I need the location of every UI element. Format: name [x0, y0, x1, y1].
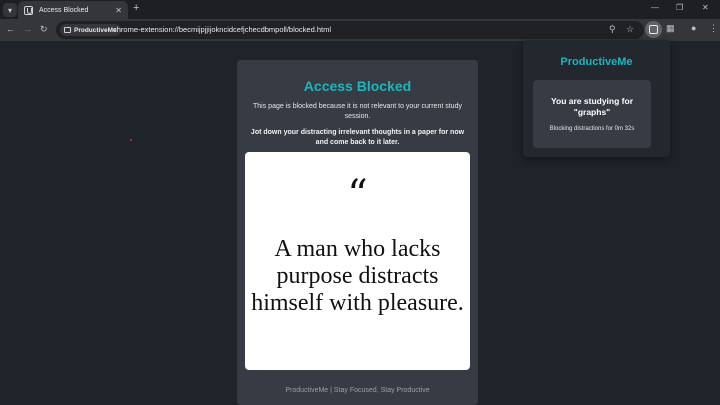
site-info-chip[interactable]: ProductiveMe	[60, 24, 121, 36]
popup-heading: You are studying for "graphs"	[550, 96, 634, 117]
tab-strip: ▾ Access Blocked ✕ + — ❐ ✕	[0, 0, 720, 19]
blocked-description: This page is blocked because it is not r…	[253, 103, 462, 120]
cursor-dot	[130, 139, 132, 141]
popup-timer: Blocking distractions for 0m 32s	[549, 126, 635, 132]
quote-text: A man who lacks purpose distracts himsel…	[251, 236, 464, 316]
star-icon[interactable]: ☆	[626, 24, 634, 35]
new-tab-button[interactable]: +	[133, 2, 139, 14]
close-window-icon[interactable]: ✕	[702, 3, 709, 12]
address-bar[interactable]: ProductiveMe chrome-extension://becmijpj…	[56, 21, 644, 39]
page-footer: ProductiveMe | Stay Focused, Stay Produc…	[285, 387, 430, 394]
reload-icon[interactable]: ↻	[40, 24, 48, 35]
site-chip-label: ProductiveMe	[74, 26, 117, 34]
profile-icon[interactable]: ●	[691, 23, 696, 33]
zoom-icon[interactable]: ⚲	[609, 24, 616, 35]
toolbar: ← → ↻ ProductiveMe chrome-extension://be…	[0, 19, 720, 41]
popup-title: ProductiveMe	[560, 56, 633, 68]
puzzle-icon[interactable]: ▦	[666, 23, 675, 34]
site-info-icon	[64, 27, 71, 33]
close-icon[interactable]: ✕	[115, 6, 122, 15]
popup-status-card: You are studying for "graphs" Blocking d…	[533, 80, 651, 148]
blocked-card: Access Blocked This page is blocked beca…	[237, 60, 478, 405]
tab-title: Access Blocked	[39, 6, 89, 14]
favicon-icon	[24, 5, 33, 15]
back-icon[interactable]: ←	[6, 24, 15, 34]
menu-icon[interactable]: ⋮	[709, 23, 718, 34]
page-content: Access Blocked This page is blocked beca…	[0, 40, 720, 405]
url-text[interactable]: chrome-extension://becmijpjjijokncidcefj…	[113, 25, 331, 34]
minimize-icon[interactable]: —	[651, 3, 659, 12]
maximize-icon[interactable]: ❐	[676, 3, 683, 12]
tab-search-icon[interactable]: ▾	[3, 3, 17, 17]
blocked-note: Jot down your distracting irrelevant tho…	[250, 129, 465, 146]
tab-access-blocked[interactable]: Access Blocked ✕	[18, 1, 128, 19]
page-title: Access Blocked	[303, 78, 412, 94]
extension-icon[interactable]	[645, 21, 662, 38]
forward-icon[interactable]: →	[23, 24, 32, 34]
quote-box: “ A man who lacks purpose distracts hims…	[245, 152, 470, 370]
extension-popup: ProductiveMe You are studying for "graph…	[523, 40, 670, 157]
quote-mark-icon: “	[347, 172, 368, 218]
